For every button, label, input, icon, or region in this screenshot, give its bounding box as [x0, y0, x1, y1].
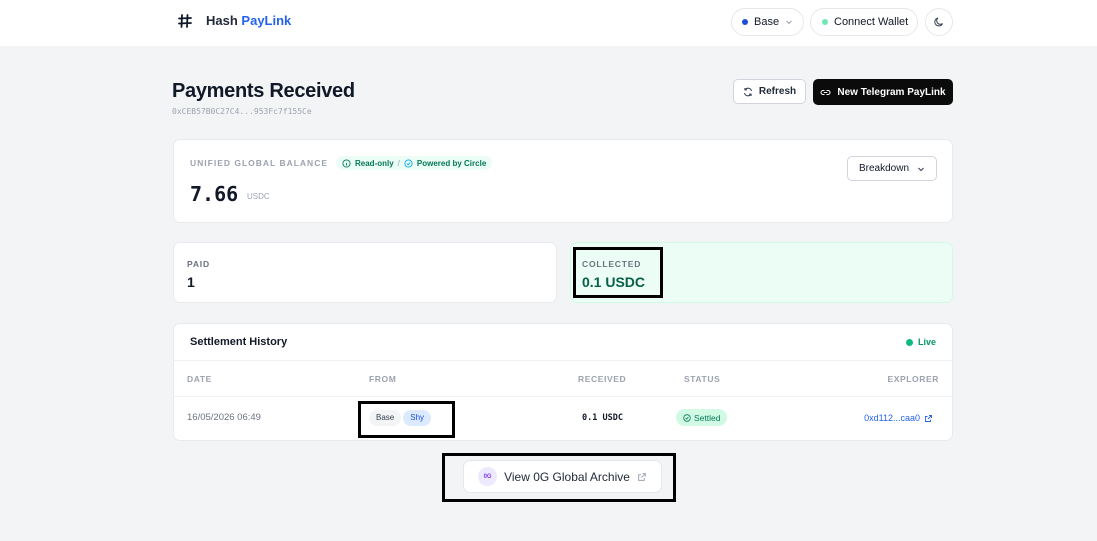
column-header-received: RECEIVED [578, 374, 627, 384]
hash-icon [178, 13, 192, 28]
divider [174, 360, 952, 361]
chevron-down-icon [786, 20, 792, 25]
paid-value: 1 [187, 274, 195, 290]
row-explorer: 0xd112...caa0 [864, 413, 933, 424]
explorer-link[interactable]: 0xd112...caa0 [864, 413, 933, 423]
row-date: 16/05/2026 06:49 [187, 412, 261, 423]
row-received: 0.1 USDC [582, 413, 623, 423]
explorer-tx-hash: 0xd112...caa0 [864, 413, 920, 423]
chevron-down-icon [918, 167, 924, 171]
readonly-badge: Read-only / Powered by Circle [336, 156, 493, 170]
refresh-icon [743, 87, 752, 96]
balance-value: 7.66 [190, 182, 239, 206]
new-telegram-paylink-button[interactable]: New Telegram PayLink [813, 79, 953, 105]
network-selector[interactable]: Base [731, 8, 804, 36]
column-header-explorer: EXPLORER [887, 374, 939, 384]
badge-separator: / [397, 158, 400, 168]
column-header-status: STATUS [684, 374, 721, 384]
highlight-box-collected [573, 247, 663, 298]
link-icon [820, 89, 831, 95]
network-dot [742, 19, 748, 25]
divider [174, 396, 952, 397]
connect-wallet-label: Connect Wallet [834, 16, 909, 28]
breakdown-dropdown[interactable]: Breakdown [847, 156, 937, 181]
external-link-icon [925, 414, 932, 422]
settlement-history-card: Settlement History Live DATE FROM RECEIV… [173, 323, 953, 441]
top-bar: Hash PayLink Base Connect Wallet [0, 0, 1097, 46]
powered-by-label: Powered by Circle [416, 158, 487, 168]
highlight-box-archive [442, 453, 676, 502]
check-circle-icon [683, 413, 691, 422]
network-label: Base [754, 16, 780, 28]
refresh-label: Refresh [758, 86, 797, 97]
balance-label: UNIFIED GLOBAL BALANCE [190, 158, 329, 168]
refresh-button[interactable]: Refresh [733, 79, 806, 104]
brand-logo[interactable]: Hash PayLink [178, 13, 291, 28]
column-header-from: FROM [369, 374, 397, 384]
page-title: Payments Received [172, 80, 355, 102]
wallet-address: 0xCEB57B0C27C4...953Fc7f155Ce [172, 107, 312, 116]
connect-wallet-button[interactable]: Connect Wallet [810, 8, 918, 36]
balance-unit: USDC [247, 192, 270, 201]
theme-toggle-button[interactable] [925, 8, 953, 36]
live-dot [905, 338, 913, 346]
readonly-label: Read-only [355, 158, 394, 168]
brand-accent: PayLink [241, 13, 292, 28]
live-label: Live [917, 337, 936, 347]
row-status: Settled [676, 409, 728, 426]
info-icon [342, 158, 351, 168]
highlight-box-from [358, 401, 455, 438]
status-badge: Settled [676, 409, 728, 426]
paid-label: PAID [187, 259, 210, 269]
new-paylink-label: New Telegram PayLink [837, 86, 946, 98]
brand-name: Hash PayLink [206, 13, 292, 28]
history-title: Settlement History [190, 336, 288, 348]
breakdown-label: Breakdown [858, 163, 910, 174]
live-indicator: Live [905, 337, 936, 347]
status-label: Settled [694, 412, 721, 423]
wallet-status-dot [822, 19, 828, 25]
paid-stat-card: PAID 1 [173, 242, 557, 303]
column-header-date: DATE [187, 374, 212, 384]
moon-icon [934, 17, 943, 27]
balance-card: UNIFIED GLOBAL BALANCE Read-only / Power… [173, 139, 953, 223]
circle-logo-icon [404, 158, 413, 168]
